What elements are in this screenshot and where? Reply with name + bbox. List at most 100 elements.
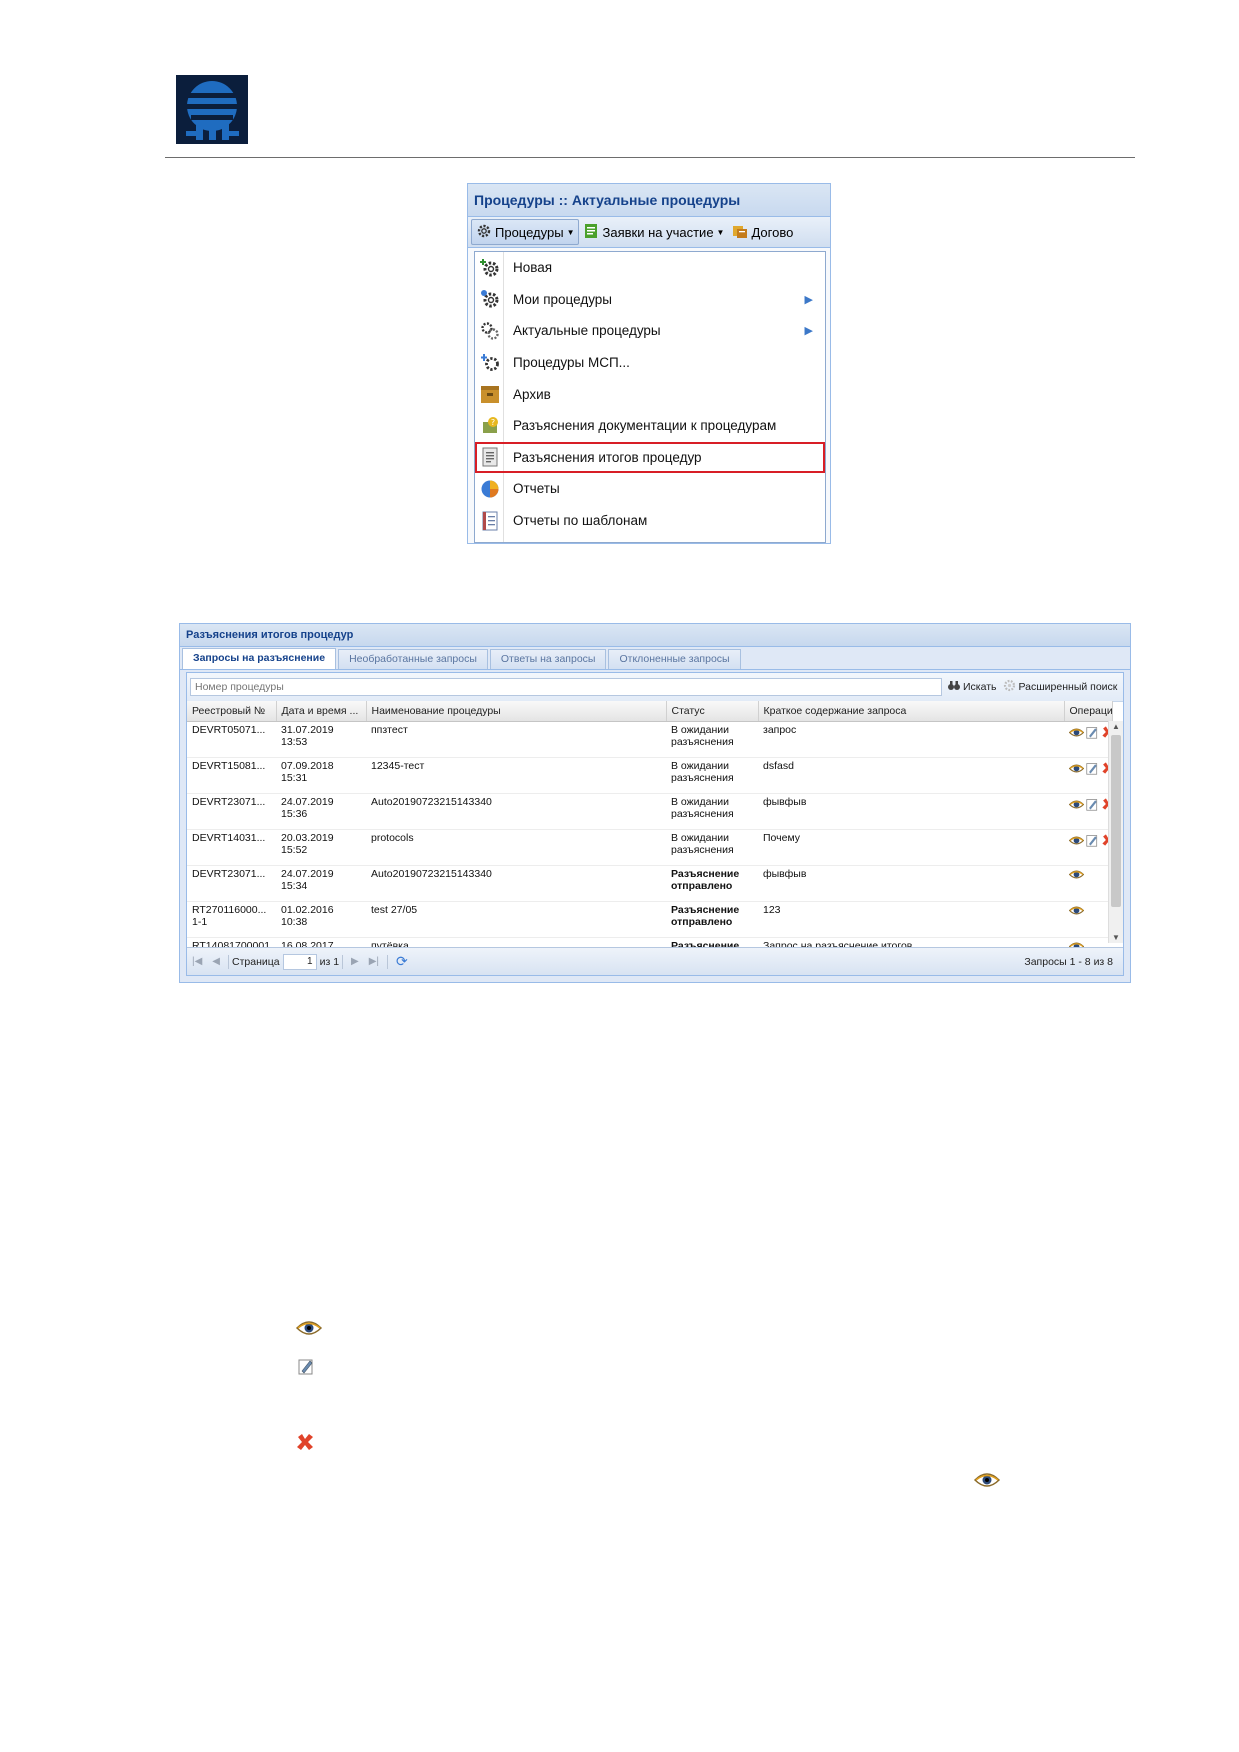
column-header-status[interactable]: Статус	[666, 701, 759, 722]
tab-request-answers[interactable]: Ответы на запросы	[489, 649, 607, 669]
menu-item-documentation-clarifications[interactable]: ? Разъяснения документации к процедурам	[475, 410, 825, 442]
tab-bar: Запросы на разъяснение Необработанные за…	[180, 647, 1130, 670]
column-header-datetime[interactable]: Дата и время ...	[276, 701, 367, 722]
view-eye-icon[interactable]	[1068, 799, 1085, 814]
toolbar-procedures-button[interactable]: Процедуры ▼	[471, 219, 580, 245]
cell-time: 10:38	[281, 915, 308, 928]
edit-pencil-icon[interactable]	[1086, 726, 1099, 743]
cell-datetime: 24.07.2019 15:36	[276, 793, 366, 830]
tab-rejected-requests[interactable]: Отклоненные запросы	[608, 649, 741, 669]
scrollbar-thumb[interactable]	[1111, 735, 1121, 907]
view-eye-icon[interactable]	[1068, 905, 1085, 920]
binoculars-icon	[948, 680, 960, 694]
refresh-icon[interactable]: ⟳	[396, 953, 408, 970]
company-logo	[176, 75, 248, 144]
page-number-input[interactable]: 1	[282, 953, 317, 970]
gear-plus-icon	[479, 258, 501, 278]
requests-table: Реестровый № Дата и время ... Наименован…	[187, 701, 1113, 974]
menu-item-my-procedures[interactable]: Мои процедуры ▶	[475, 284, 825, 316]
edit-pencil-icon[interactable]	[1086, 762, 1099, 779]
cell-status: В ожидании разъяснения	[666, 757, 758, 794]
column-header-summary[interactable]: Краткое содержание запроса	[758, 701, 1065, 722]
cell-summary: Почему	[758, 829, 1064, 866]
menu-item-new[interactable]: Новая	[475, 252, 825, 284]
menu-item-label: Архив	[513, 386, 551, 402]
cell-datetime: 20.03.2019 15:52	[276, 829, 366, 866]
cell-date: 01.02.2016	[281, 904, 334, 916]
cell-time: 15:34	[281, 879, 308, 892]
cell-operations	[1064, 901, 1112, 938]
cell-procedure-name: 12345-тест	[366, 757, 666, 794]
cell-registry-number: RT270116000... 1-1	[187, 901, 276, 938]
cell-operations	[1064, 793, 1112, 830]
view-eye-icon[interactable]	[1068, 763, 1085, 778]
edit-pencil-icon[interactable]	[1086, 834, 1099, 851]
toolbar-applications-label: Заявки на участие	[602, 224, 714, 240]
column-header-procedure-name[interactable]: Наименование процедуры	[366, 701, 667, 722]
view-eye-icon[interactable]	[1068, 835, 1085, 850]
last-page-icon[interactable]: ▶|	[369, 956, 379, 967]
registry-number-suffix: 1-1	[192, 915, 208, 928]
gear-icon	[476, 223, 492, 242]
cell-date: 20.03.2019	[281, 832, 334, 844]
question-doc-icon: ?	[479, 416, 501, 436]
gear-icon	[1003, 679, 1016, 695]
search-button[interactable]: Искать	[948, 680, 997, 694]
tab-unprocessed-requests[interactable]: Необработанные запросы	[338, 649, 488, 669]
page-count-label: из 1	[319, 955, 340, 968]
gear-blue-icon	[479, 353, 501, 373]
handshake-icon	[732, 223, 748, 242]
menu-toolbar: Процедуры ▼ Заявки на участие ▼ Догово	[468, 217, 830, 248]
advanced-search-label: Расширенный поиск	[1018, 681, 1118, 693]
cell-procedure-name: protocols	[366, 829, 666, 866]
chevron-down-icon: ▼	[566, 227, 575, 237]
table-row[interactable]: DEVRT05071... 31.07.2019 13:53 ппзтест В ожи…	[187, 721, 1112, 758]
grid-panel: Искать Расширенный поиск Реестровый № Да…	[186, 672, 1124, 976]
first-page-icon[interactable]: |◀	[192, 956, 202, 967]
advanced-search-button[interactable]: Расширенный поиск	[1003, 679, 1118, 695]
menu-item-results-clarifications[interactable]: Разъяснения итогов процедур	[475, 441, 825, 474]
pie-chart-icon	[479, 479, 501, 499]
cell-procedure-name: ппзтест	[366, 721, 666, 758]
doc-lines-icon	[479, 447, 501, 467]
menu-item-archive[interactable]: Архив	[475, 378, 825, 410]
procedure-number-input[interactable]	[190, 678, 942, 696]
scroll-down-icon[interactable]: ▼	[1109, 933, 1123, 942]
tab-clarification-requests[interactable]: Запросы на разъяснение	[182, 648, 337, 669]
chevron-down-icon: ▼	[716, 227, 725, 237]
view-eye-icon[interactable]	[1068, 727, 1085, 742]
toolbar-contracts-button[interactable]: Догово	[728, 220, 797, 244]
scroll-up-icon[interactable]: ▲	[1109, 722, 1123, 731]
cell-procedure-name: test 27/05	[366, 901, 666, 938]
prev-page-icon[interactable]: ◀	[212, 956, 220, 967]
cell-status: Разъяснениеотправлено	[666, 865, 758, 902]
cell-summary: фывфыв	[758, 865, 1064, 902]
column-header-registry[interactable]: Реестровый №	[187, 701, 277, 722]
menu-item-msp-procedures[interactable]: Процедуры МСП...	[475, 347, 825, 379]
report-template-icon	[479, 511, 501, 531]
table-row[interactable]: DEVRT14031... 20.03.2019 15:52 protocols В о…	[187, 829, 1112, 866]
edit-pencil-icon[interactable]	[1086, 798, 1099, 815]
table-row[interactable]: DEVRT23071... 24.07.2019 15:36 Auto20190723…	[187, 793, 1112, 830]
svg-text:?: ?	[491, 418, 495, 427]
toolbar-applications-button[interactable]: Заявки на участие ▼	[579, 220, 728, 244]
view-eye-icon[interactable]	[1068, 869, 1085, 884]
column-header-operations[interactable]: Операции	[1064, 701, 1113, 722]
table-row[interactable]: RT270116000... 1-1 01.02.2016 10:38 test 27/…	[187, 901, 1112, 938]
cell-operations	[1064, 757, 1112, 794]
next-page-icon[interactable]: ▶	[351, 956, 359, 967]
cell-status: В ожидании разъяснения	[666, 829, 758, 866]
vertical-scrollbar[interactable]: ▲ ▼	[1108, 721, 1123, 943]
cell-datetime: 07.09.2018 15:31	[276, 757, 366, 794]
archive-box-icon	[479, 384, 501, 404]
menu-item-template-reports[interactable]: Отчеты по шаблонам	[475, 505, 825, 537]
table-row[interactable]: DEVRT23071... 24.07.2019 15:34 Auto20190723…	[187, 865, 1112, 902]
table-row[interactable]: DEVRT15081... 07.09.2018 15:31 12345-тест В …	[187, 757, 1112, 794]
menu-item-reports[interactable]: Отчеты	[475, 473, 825, 505]
menu-item-current-procedures[interactable]: Актуальные процедуры ▶	[475, 315, 825, 347]
cell-registry-number: DEVRT05071...	[187, 721, 276, 758]
toolbar-procedures-label: Процедуры	[495, 224, 564, 240]
cell-operations	[1064, 721, 1112, 758]
edit-pencil-icon	[298, 1358, 315, 1380]
window-title: Разъяснения итогов процедур	[180, 624, 1130, 647]
